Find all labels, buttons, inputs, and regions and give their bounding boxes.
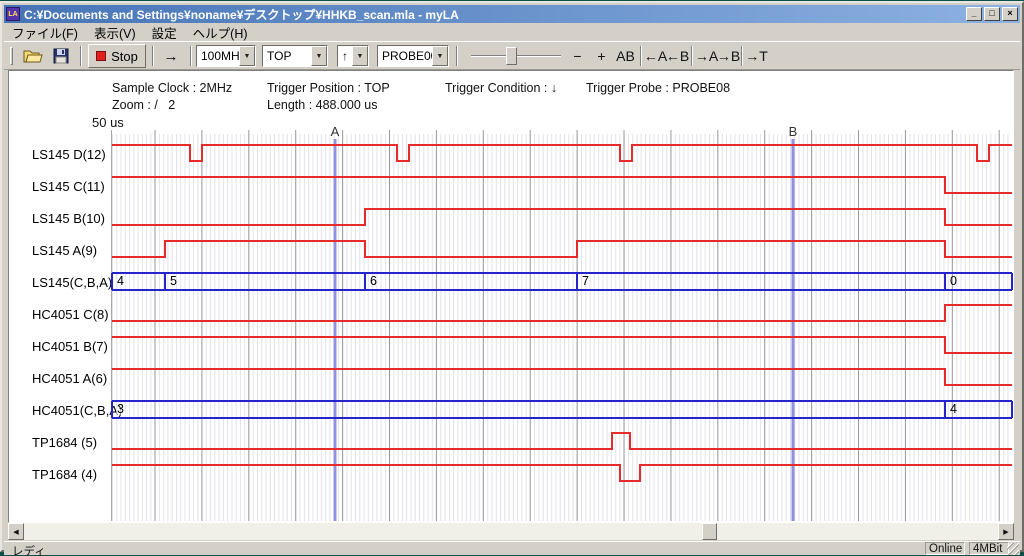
sample-clock-info: Sample Clock : 2MHz bbox=[112, 81, 232, 95]
goto-trigger-button[interactable]: →T bbox=[745, 45, 768, 67]
stop-label: Stop bbox=[111, 49, 138, 64]
single-run-button[interactable]: → bbox=[158, 44, 184, 68]
ab-button[interactable]: AB bbox=[614, 45, 637, 67]
toolbar-separator bbox=[741, 46, 743, 66]
maximize-button[interactable]: □ bbox=[984, 7, 1000, 21]
stop-button[interactable]: Stop bbox=[88, 44, 146, 68]
trigger-position-combo[interactable]: TOP ▼ bbox=[262, 45, 328, 67]
signal-label: LS145 A(9) bbox=[32, 243, 97, 258]
signal-label: HC4051 A(6) bbox=[32, 371, 107, 386]
signal-label: HC4051 B(7) bbox=[32, 339, 108, 354]
dropdown-arrow-icon[interactable]: ▼ bbox=[239, 46, 255, 66]
status-memory-badge: 4MBit bbox=[969, 542, 1009, 555]
menu-bar: ファイル(F) 表示(V) 設定 ヘルプ(H) bbox=[4, 23, 1020, 41]
menu-view[interactable]: 表示(V) bbox=[86, 22, 144, 43]
title-bar: LA C:¥Documents and Settings¥noname¥デスクト… bbox=[4, 5, 1020, 23]
zoom-out-button[interactable]: − bbox=[566, 45, 589, 67]
status-bar: レディ Online 4MBit bbox=[4, 541, 1020, 555]
probe-combo[interactable]: PROBE00 ▼ bbox=[377, 45, 449, 67]
save-floppy-icon bbox=[53, 48, 69, 64]
signal-label: LS145(C,B,A) bbox=[32, 275, 112, 290]
trigger-probe-info: Trigger Probe : PROBE08 bbox=[586, 81, 730, 95]
toolbar-grip[interactable] bbox=[10, 47, 13, 65]
scroll-right-arrow-icon[interactable]: ▶ bbox=[998, 523, 1014, 540]
zoom-slider-thumb[interactable] bbox=[506, 47, 517, 65]
sample-clock-combo[interactable]: 100MHz ▼ bbox=[196, 45, 256, 67]
app-icon: LA bbox=[6, 7, 20, 21]
timescale-label: 50 us bbox=[92, 115, 124, 130]
window-title: C:¥Documents and Settings¥noname¥デスクトップ¥… bbox=[24, 6, 966, 23]
zoom-in-button[interactable]: + bbox=[590, 45, 613, 67]
toolbar-separator bbox=[640, 46, 642, 66]
goto-marker-b-button[interactable]: ←B bbox=[666, 45, 689, 67]
scrollbar-thumb[interactable] bbox=[702, 523, 717, 540]
goto-marker-a-button[interactable]: ←A bbox=[644, 45, 667, 67]
menu-file[interactable]: ファイル(F) bbox=[4, 22, 86, 43]
toolbar-separator bbox=[691, 46, 693, 66]
app-window: LA C:¥Documents and Settings¥noname¥デスクト… bbox=[0, 1, 1024, 552]
signal-label: TP1684 (5) bbox=[32, 435, 97, 450]
menu-help[interactable]: ヘルプ(H) bbox=[185, 22, 256, 43]
dropdown-arrow-icon[interactable]: ▼ bbox=[352, 46, 368, 66]
signal-label: HC4051(C,B,A) bbox=[32, 403, 122, 418]
sample-clock-value: 100MHz bbox=[197, 46, 239, 66]
horizontal-scrollbar[interactable]: ◀ ▶ bbox=[8, 523, 1014, 540]
zoom-slider[interactable] bbox=[466, 45, 566, 67]
probe-value: PROBE00 bbox=[378, 46, 432, 66]
toolbar-separator bbox=[80, 46, 82, 66]
set-marker-b-button[interactable]: →B bbox=[717, 45, 740, 67]
menu-settings[interactable]: 設定 bbox=[144, 22, 185, 43]
save-file-button[interactable] bbox=[48, 45, 74, 67]
trigger-edge-value: ↑ bbox=[338, 46, 352, 66]
dropdown-arrow-icon[interactable]: ▼ bbox=[311, 46, 327, 66]
signal-label: LS145 D(12) bbox=[32, 147, 106, 162]
zoom-info: Zoom : / 2 bbox=[112, 98, 175, 112]
signal-label: HC4051 C(8) bbox=[32, 307, 109, 322]
signal-label: LS145 B(10) bbox=[32, 211, 105, 226]
resize-grip[interactable] bbox=[1007, 543, 1019, 555]
toolbar-separator bbox=[152, 46, 154, 66]
toolbar-separator bbox=[190, 46, 192, 66]
trigger-position-info: Trigger Position : TOP bbox=[267, 81, 390, 95]
close-button[interactable]: × bbox=[1002, 7, 1018, 21]
trigger-position-value: TOP bbox=[263, 46, 311, 66]
trigger-condition-info: Trigger Condition : ↓ bbox=[445, 81, 557, 95]
waveform-area[interactable] bbox=[112, 130, 1012, 521]
length-info: Length : 488.000 us bbox=[267, 98, 378, 112]
open-folder-icon bbox=[23, 48, 43, 64]
stop-square-icon bbox=[96, 51, 106, 61]
open-file-button[interactable] bbox=[20, 45, 46, 67]
scroll-left-arrow-icon[interactable]: ◀ bbox=[8, 523, 24, 540]
signal-label: LS145 C(11) bbox=[32, 179, 105, 194]
set-marker-a-button[interactable]: →A bbox=[695, 45, 718, 67]
toolbar: Stop → 100MHz ▼ TOP ▼ ↑ ▼ PROBE00 ▼ − + … bbox=[4, 41, 1020, 70]
status-ready-text: レディ bbox=[12, 543, 46, 556]
toolbar-separator bbox=[456, 46, 458, 66]
dropdown-arrow-icon[interactable]: ▼ bbox=[432, 46, 448, 66]
trigger-edge-combo[interactable]: ↑ ▼ bbox=[337, 45, 369, 67]
signal-label: TP1684 (4) bbox=[32, 467, 97, 482]
minimize-button[interactable]: _ bbox=[966, 7, 982, 21]
status-online-badge: Online bbox=[925, 542, 965, 555]
